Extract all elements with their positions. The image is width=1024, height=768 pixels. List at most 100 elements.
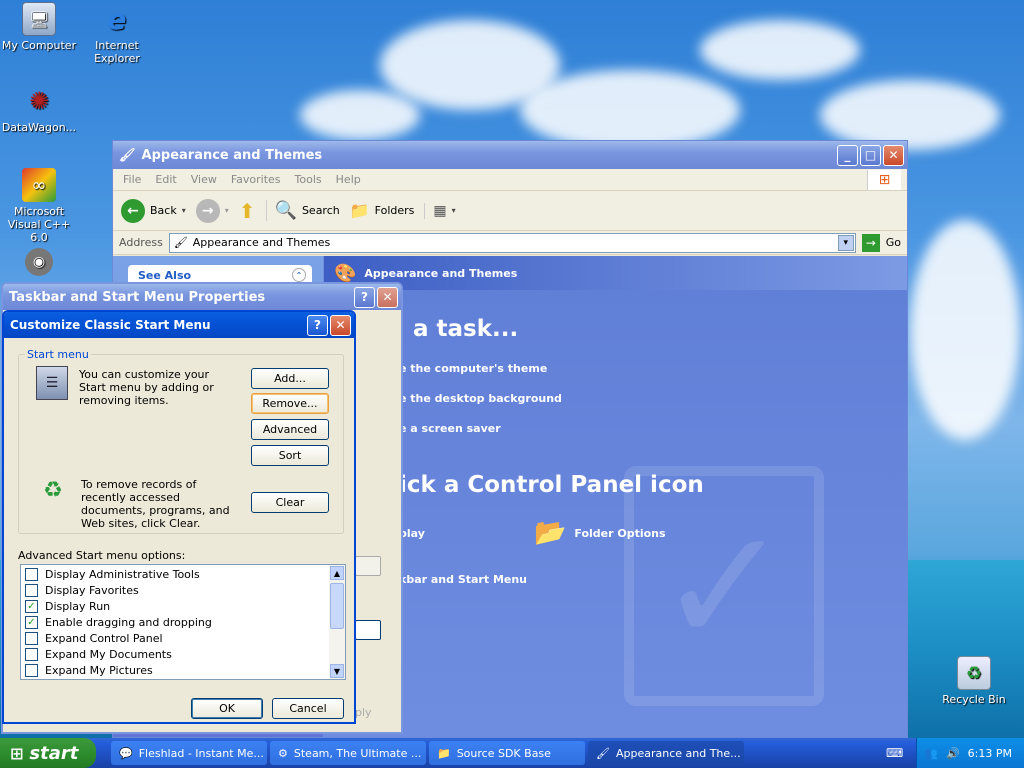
visual-cpp-icon: ∞ [22,168,56,202]
scroll-down-icon[interactable]: ▼ [330,664,344,678]
customize-title: Customize Classic Start Menu [10,318,211,332]
address-dropdown-button[interactable]: ▾ [837,234,854,251]
control-panel-taskbar[interactable]: kbar and Start Menu [399,573,527,586]
folder-icon: 📁 [349,201,370,220]
back-label: Back [150,204,177,217]
desktop-icon-recycle-bin[interactable]: ♻ Recycle Bin [935,656,1013,706]
ok-button[interactable]: OK [191,698,263,719]
option-row[interactable]: Expand My Pictures [21,662,329,678]
taskbar-item[interactable]: ⚙ Steam, The Ultimate ... [270,741,426,765]
appearance-themes-icon: 🎨 [334,262,357,284]
appearance-themes-icon: 🖌 [596,746,610,760]
volume-icon[interactable]: 🔊 [946,747,960,760]
views-button[interactable]: ▦ ▾ [424,202,456,219]
close-button[interactable]: ✕ [377,286,398,308]
taskbar-item-label: Steam, The Ultimate ... [293,746,422,760]
apply-button-fragment[interactable]: ply [355,706,372,719]
folders-button[interactable]: 📁 Folders [350,201,415,220]
taskbar-item-active[interactable]: 🖌 Appearance and The... [588,741,744,765]
keyboard-icon[interactable]: ⌨ [886,746,903,760]
desktop-icon-raccoon[interactable]: ◉ [0,248,78,279]
maximize-button[interactable]: □ [860,144,881,166]
forward-button[interactable]: → ▾ [195,198,229,223]
option-row[interactable]: ✓ Display Run [21,598,329,614]
chevron-down-icon: ▾ [181,206,186,215]
scroll-thumb[interactable] [330,583,344,629]
go-label[interactable]: Go [886,236,901,249]
pick-icon-heading: ick a Control Panel icon [399,472,704,498]
taskbar-item-label: Fleshlad - Instant Me... [138,746,264,760]
clear-button[interactable]: Clear [251,492,329,513]
windows-logo-icon: ⊞ [867,169,901,190]
menu-file[interactable]: File [123,173,141,186]
help-button[interactable]: ? [354,286,375,308]
checkbox-checked[interactable]: ✓ [25,599,38,613]
checkbox-checked[interactable]: ✓ [25,615,38,629]
menu-edit[interactable]: Edit [155,173,176,186]
back-button[interactable]: ← Back ▾ [121,198,186,223]
option-row[interactable]: Expand Control Panel [21,630,329,646]
desktop-icon-datawagon[interactable]: ✺ DataWagon... [0,84,78,134]
raccoon-icon: ◉ [25,248,53,276]
option-row[interactable]: Display Administrative Tools [21,566,329,582]
checkbox[interactable] [25,583,38,597]
cancel-button[interactable]: Cancel [272,698,344,719]
desktop-icon-my-computer[interactable]: 🖥 My Computer [0,2,78,52]
clock: 6:13 PM [967,746,1012,760]
start-label: start [29,742,79,764]
address-field[interactable]: 🖌 Appearance and Themes ▾ [168,232,856,253]
explorer-titlebar[interactable]: 🖌 Appearance and Themes _ □ ✕ [113,141,907,169]
checkbox[interactable] [25,631,38,645]
option-row[interactable]: Expand My Documents [21,646,329,662]
task-link-screensaver[interactable]: e a screen saver [399,422,501,435]
taskbar-item[interactable]: 📁 Source SDK Base [429,741,585,765]
customize-start-menu-dialog: Customize Classic Start Menu ? ✕ Start m… [2,310,356,724]
go-arrow-icon[interactable]: → [861,233,880,252]
desktop-icon-internet-explorer[interactable]: e Internet Explorer [78,2,156,66]
menu-help[interactable]: Help [336,173,361,186]
minimize-button[interactable]: _ [837,144,858,166]
network-users-icon[interactable]: 👥 [924,747,938,760]
checkbox[interactable] [25,567,38,581]
views-icon: ▦ [433,202,447,219]
taskbar-properties-titlebar[interactable]: Taskbar and Start Menu Properties ? ✕ [3,284,401,310]
collapse-icon[interactable]: ⌃ [292,268,306,282]
customize-titlebar[interactable]: Customize Classic Start Menu ? ✕ [4,312,354,338]
taskbar-properties-title: Taskbar and Start Menu Properties [9,289,266,305]
control-panel-folder-options[interactable]: 📂 Folder Options [534,518,666,548]
desktop-icon-visual-cpp[interactable]: ∞ Microsoft Visual C++ 6.0 [0,168,78,244]
add-button[interactable]: Add... [251,368,329,389]
scroll-up-icon[interactable]: ▲ [330,566,344,580]
taskbar-item[interactable]: 💬 Fleshlad - Instant Me... [111,741,267,765]
up-folder-button[interactable]: ⬆ [239,199,256,223]
menu-tools[interactable]: Tools [295,173,322,186]
menu-favorites[interactable]: Favorites [231,173,281,186]
start-menu-description: You can customize your Start menu by add… [79,368,214,407]
computer-icon: 🖥 [22,2,56,36]
checkbox[interactable] [25,663,38,677]
option-row[interactable]: ✓ Enable dragging and dropping [21,614,329,630]
option-label: Display Run [45,599,111,613]
steam-icon: ⚙ [278,746,288,760]
props-customize-button-fragment[interactable] [355,556,381,576]
search-button[interactable]: 🔍 Search [265,200,340,221]
close-button[interactable]: ✕ [883,144,904,166]
help-button[interactable]: ? [307,314,328,336]
start-button[interactable]: ⊞ start [0,738,96,768]
task-link-theme[interactable]: e the computer's theme [399,362,547,375]
option-label: Expand My Pictures [45,663,153,677]
menu-bar: File Edit View Favorites Tools Help ⊞ [113,169,907,191]
vertical-scrollbar[interactable]: ▲ ▼ [329,565,345,679]
advanced-button[interactable]: Advanced [251,419,329,440]
sort-button[interactable]: Sort [251,445,329,466]
remove-button[interactable]: Remove... [251,393,329,414]
menu-view[interactable]: View [191,173,217,186]
option-row[interactable]: Display Favorites [21,582,329,598]
task-link-background[interactable]: e the desktop background [399,392,562,405]
checkbox[interactable] [25,647,38,661]
start-menu-group-label: Start menu [25,348,91,361]
forward-arrow-icon: → [195,198,220,223]
advanced-options-list: Display Administrative Tools Display Fav… [20,564,346,680]
close-button[interactable]: ✕ [330,314,351,336]
props-customize-button-fragment-2[interactable] [355,620,381,640]
